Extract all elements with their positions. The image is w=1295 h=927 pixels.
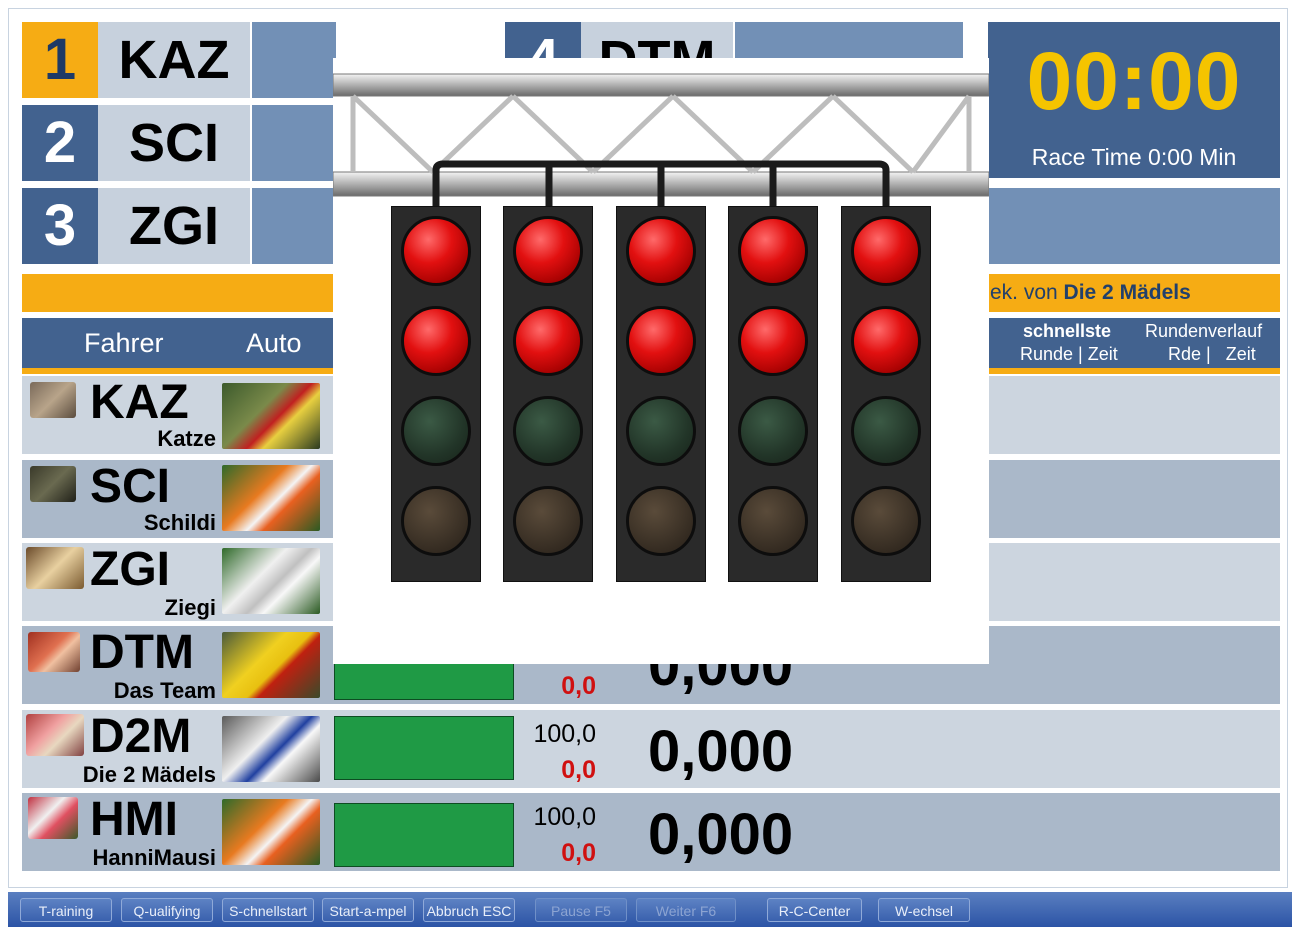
red-lamp <box>626 216 696 286</box>
table-row[interactable]: HMI HanniMausi 100,0 0,0 0,000 <box>22 793 1280 871</box>
position-1-bar <box>252 22 336 98</box>
message-text: ek. von Die 2 Mädels <box>988 274 1282 312</box>
driver-avatar <box>28 797 78 839</box>
driver-code: HMI <box>90 793 178 846</box>
amber-lamp <box>401 486 471 556</box>
info-panel <box>988 188 1280 264</box>
power-value: 100,0 <box>533 720 596 748</box>
driver-avatar <box>26 714 84 756</box>
red-lamp <box>851 216 921 286</box>
amber-lamp <box>513 486 583 556</box>
position-3-number: 3 <box>22 188 98 264</box>
quick-start-button[interactable]: S-chnellstart <box>222 898 314 922</box>
green-lamp <box>513 396 583 466</box>
penalty-value: 0,0 <box>561 672 596 700</box>
pause-button[interactable]: Pause F5 <box>535 898 627 922</box>
header-underline-left <box>22 368 336 374</box>
driver-name: HanniMausi <box>92 845 216 870</box>
position-3-name: ZGI <box>98 188 250 264</box>
header-rde-zeit: Rde | Zeit <box>1168 344 1256 364</box>
car-image <box>222 465 320 531</box>
qualifying-button[interactable]: Q-ualifying <box>121 898 213 922</box>
start-lights-button[interactable]: Start-a-mpel <box>322 898 414 922</box>
training-button[interactable]: T-raining <box>20 898 112 922</box>
driver-code: DTM <box>90 626 194 679</box>
lap-time: 0,000 <box>648 802 794 867</box>
message-prefix: ek. von <box>990 281 1064 304</box>
header-fahrer: Fahrer <box>84 328 164 358</box>
driver-name: Die 2 Mädels <box>82 762 216 787</box>
header-auto: Auto <box>246 328 302 358</box>
start-light-column <box>503 206 593 582</box>
driver-code: D2M <box>90 710 192 763</box>
red-lamp <box>513 216 583 286</box>
car-image <box>222 548 320 614</box>
driver-avatar <box>30 466 76 502</box>
power-bar <box>334 803 514 867</box>
switch-button[interactable]: W-echsel <box>878 898 970 922</box>
amber-lamp <box>738 486 808 556</box>
resume-button[interactable]: Weiter F6 <box>636 898 736 922</box>
green-lamp <box>401 396 471 466</box>
red-lamp <box>851 306 921 376</box>
power-bar <box>334 716 514 780</box>
car-image <box>222 632 320 698</box>
table-header-left: Fahrer Auto <box>22 318 336 368</box>
position-1-name: KAZ <box>98 22 250 98</box>
red-lamp <box>401 216 471 286</box>
table-row[interactable]: D2M Die 2 Mädels 100,0 0,0 0,000 <box>22 710 1280 788</box>
red-lamp <box>626 306 696 376</box>
driver-name: Katze <box>157 426 216 451</box>
car-image <box>222 716 320 782</box>
race-timer: 00:00 <box>1026 36 1242 127</box>
amber-lamp <box>851 486 921 556</box>
driver-code: KAZ <box>90 376 189 429</box>
header-underline-right <box>988 368 1280 374</box>
position-3-bar <box>252 188 336 264</box>
driver-code: ZGI <box>90 543 170 596</box>
power-value: 100,0 <box>533 803 596 831</box>
rc-center-button[interactable]: R-C-Center <box>767 898 862 922</box>
abort-button[interactable]: Abbruch ESC <box>423 898 515 922</box>
header-rundenverlauf: Rundenverlauf <box>1145 321 1263 341</box>
car-image <box>222 799 320 865</box>
red-lamp <box>513 306 583 376</box>
driver-avatar <box>28 632 80 672</box>
header-schnellste: schnellste <box>1023 321 1112 341</box>
amber-lamp <box>626 486 696 556</box>
green-lamp <box>738 396 808 466</box>
position-1-number: 1 <box>22 22 98 98</box>
penalty-value: 0,0 <box>561 839 596 867</box>
red-lamp <box>738 216 808 286</box>
gantry-truss <box>333 73 989 208</box>
table-header-right: schnellste Runde | Zeit Rundenverlauf Rd… <box>988 318 1280 368</box>
driver-name: Schildi <box>143 510 216 535</box>
start-light-column <box>391 206 481 582</box>
start-lights-overlay <box>333 58 989 664</box>
car-image <box>222 383 320 449</box>
header-runde-zeit: Runde | Zeit <box>1020 344 1118 364</box>
message-driver: Die 2 Mädels <box>1063 281 1191 304</box>
driver-code: SCI <box>90 460 171 513</box>
red-lamp <box>738 306 808 376</box>
start-light-column <box>728 206 818 582</box>
lap-time: 0,000 <box>648 719 794 784</box>
position-2-number: 2 <box>22 105 98 181</box>
start-light-column <box>841 206 931 582</box>
driver-avatar <box>26 547 84 589</box>
red-lamp <box>401 306 471 376</box>
driver-name: Das Team <box>113 678 216 703</box>
start-light-column <box>616 206 706 582</box>
race-time-label: Race Time 0:00 Min <box>1031 144 1237 170</box>
driver-avatar <box>30 382 76 418</box>
green-lamp <box>626 396 696 466</box>
message-bar-left <box>22 274 336 312</box>
driver-name: Ziegi <box>164 595 216 620</box>
position-2-name: SCI <box>98 105 250 181</box>
position-2-bar <box>252 105 336 181</box>
green-lamp <box>851 396 921 466</box>
penalty-value: 0,0 <box>561 756 596 784</box>
